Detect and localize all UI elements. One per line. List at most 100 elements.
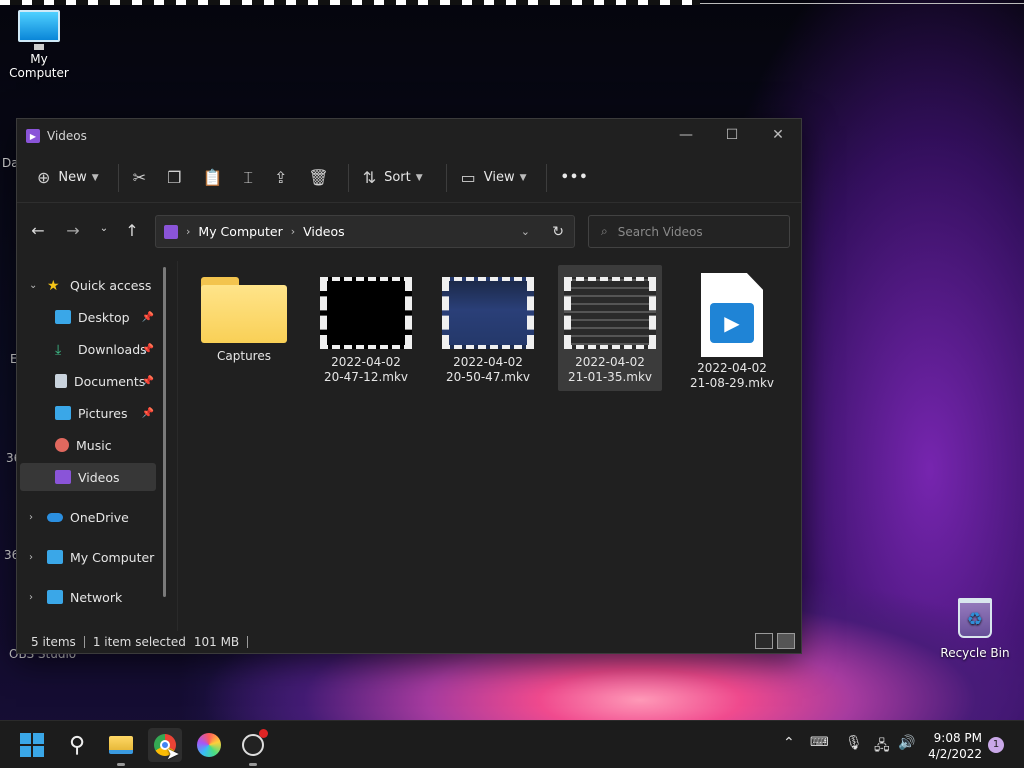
new-label: New	[58, 170, 87, 185]
sidebar-item-label: Network	[70, 589, 123, 605]
cut-button[interactable]: ✂	[125, 161, 154, 195]
sidebar-item-documents[interactable]: Documents 📌	[20, 367, 156, 395]
desktop-icon-my-computer[interactable]: My Computer	[0, 10, 78, 80]
minimize-button[interactable]: —	[663, 119, 709, 151]
paste-button[interactable]: 📋	[194, 161, 230, 195]
large-icons-view-button[interactable]	[777, 633, 795, 649]
sidebar-item-label: Pictures	[78, 405, 128, 421]
share-icon: ⇪	[273, 168, 288, 187]
refresh-icon[interactable]: ↻	[552, 224, 564, 240]
address-dropdown-icon[interactable]: ⌄	[521, 225, 530, 238]
video-file-icon: ▶	[701, 273, 763, 357]
sidebar-item-network[interactable]: › Network	[20, 583, 156, 611]
star-icon: ★	[47, 278, 60, 294]
new-button[interactable]: ⊕ New ▼	[29, 161, 107, 195]
close-button[interactable]: ✕	[755, 119, 801, 151]
pin-icon: 📌	[141, 343, 154, 355]
desktop-icon-recycle-bin[interactable]: ♻ Recycle Bin	[940, 598, 1010, 660]
file-item-video[interactable]: ▶ 2022-04-02 21-08-29.mkv	[680, 269, 784, 391]
status-divider	[247, 636, 249, 648]
sidebar-item-my-computer[interactable]: › My Computer	[20, 543, 156, 571]
file-item-video-selected[interactable]: 2022-04-02 21-01-35.mkv	[558, 265, 662, 391]
rename-icon: ⌶	[243, 167, 253, 187]
desktop-icon-label: Recycle Bin	[940, 646, 1010, 660]
sort-button[interactable]: ⇅ Sort ▼	[355, 161, 431, 195]
cut-icon: ✂	[132, 168, 147, 187]
file-item-captures[interactable]: Captures	[192, 269, 296, 364]
view-button[interactable]: ▭ View ▼	[453, 161, 535, 195]
file-name: 21-01-35.mkv	[567, 370, 653, 384]
details-view-button[interactable]	[755, 633, 773, 649]
keyboard-icon[interactable]: ⌨	[810, 735, 829, 750]
running-indicator	[249, 763, 257, 766]
sidebar-item-pictures[interactable]: Pictures 📌	[20, 399, 156, 427]
sidebar-item-onedrive[interactable]: › OneDrive	[20, 503, 156, 531]
copy-button[interactable]: ❐	[159, 161, 189, 195]
up-button[interactable]: ↑	[119, 221, 145, 243]
rename-button[interactable]: ⌶	[235, 161, 261, 195]
picture-icon	[55, 406, 71, 420]
file-item-video[interactable]: 2022-04-02 20-47-12.mkv	[314, 269, 418, 385]
chevron-right-icon: ›	[29, 551, 33, 563]
file-item-video[interactable]: 2022-04-02 20-50-47.mkv	[436, 269, 540, 385]
breadcrumb-videos[interactable]: Videos	[303, 224, 345, 239]
sidebar-item-videos[interactable]: Videos	[20, 463, 156, 491]
top-edge-line	[700, 3, 1024, 4]
sidebar-item-label: Music	[76, 437, 112, 453]
forward-button[interactable]: →	[60, 221, 86, 243]
computer-icon	[47, 550, 63, 564]
selection-size: 101 MB	[193, 635, 240, 649]
download-icon: ⤓	[55, 342, 62, 358]
recycle-bin-icon: ♻	[958, 598, 992, 638]
file-explorer-window: ▶ Videos — ☐ ✕ ⊕ New ▼ ✂ ❐ 📋 ⌶ ⇪ 🗑 ⇅ Sor…	[16, 118, 802, 654]
delete-button[interactable]: 🗑	[300, 161, 336, 195]
start-button[interactable]	[15, 728, 49, 762]
status-bar: 5 items 1 item selected 101 MB	[17, 631, 801, 653]
search-box[interactable]: ⌕ Search Videos	[588, 215, 790, 248]
sort-icon: ⇅	[362, 168, 377, 187]
file-explorer-taskbar-button[interactable]	[104, 728, 138, 766]
obs-taskbar-button[interactable]	[236, 728, 270, 766]
chevron-down-icon: ▼	[415, 172, 423, 183]
top-edge-pattern	[0, 0, 700, 5]
notification-badge[interactable]: 1	[988, 737, 1004, 753]
toolbar-divider	[117, 163, 119, 192]
sidebar-item-music[interactable]: Music	[20, 431, 156, 459]
volume-icon[interactable]: 🔊	[898, 735, 915, 751]
file-name: Captures	[217, 349, 271, 363]
folder-icon	[109, 736, 133, 754]
recent-locations-button[interactable]: ⌄	[91, 223, 117, 245]
breadcrumb-chevron-icon: ›	[186, 225, 191, 238]
show-hidden-icons-button[interactable]: ⌃	[783, 735, 795, 751]
search-taskbar-button[interactable]: ⚲	[60, 728, 94, 762]
more-options-button[interactable]: •••	[553, 161, 597, 195]
sidebar-item-label: My Computer	[70, 549, 155, 565]
toolbar-divider	[347, 163, 349, 192]
file-name: 2022-04-02	[575, 355, 645, 369]
sidebar-item-quick-access[interactable]: ⌄ ★ Quick access	[20, 271, 156, 299]
sidebar-item-desktop[interactable]: Desktop 📌	[20, 303, 156, 331]
desktop-icon-label: My Computer	[9, 52, 69, 80]
monitor-icon	[18, 10, 60, 50]
chrome-taskbar-button[interactable]: ➤	[148, 728, 182, 763]
photos-taskbar-button[interactable]	[192, 728, 226, 762]
file-list: Captures 2022-04-02 20-47-12.mkv 2022-04…	[177, 261, 801, 631]
copy-icon: ❐	[167, 168, 182, 187]
folder-icon	[201, 277, 287, 343]
pin-icon: 📌	[141, 407, 154, 419]
title-bar[interactable]: ▶ Videos — ☐ ✕	[17, 119, 801, 153]
sidebar-scrollbar[interactable]	[163, 267, 166, 597]
back-button[interactable]: ←	[25, 221, 51, 243]
system-clock[interactable]: 9:08 PM 4/2/2022	[924, 730, 982, 762]
network-status-icon[interactable]: 🖧	[874, 735, 890, 759]
address-bar[interactable]: › My Computer › Videos ⌄ ↻	[155, 215, 575, 248]
video-thumbnail-icon	[564, 277, 656, 349]
sidebar-item-label: Quick access	[70, 277, 152, 293]
share-button[interactable]: ⇪	[266, 161, 295, 195]
sidebar-item-downloads[interactable]: ⤓ Downloads 📌	[20, 335, 156, 363]
microphone-icon[interactable]: 🎙	[845, 735, 863, 751]
clock-date: 4/2/2022	[928, 747, 982, 761]
breadcrumb-my-computer[interactable]: My Computer	[198, 224, 282, 239]
maximize-button[interactable]: ☐	[709, 119, 755, 151]
trash-icon: 🗑	[308, 168, 329, 187]
